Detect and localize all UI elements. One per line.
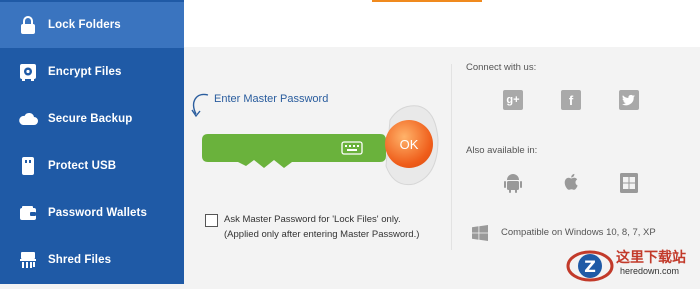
svg-text:Z: Z <box>584 257 596 276</box>
sidebar-item-label: Secure Backup <box>48 113 133 125</box>
sidebar-item-label: Protect USB <box>48 160 117 172</box>
watermark-logo-icon: Z <box>565 244 615 289</box>
cloud-icon <box>18 109 38 129</box>
shredder-icon <box>18 250 38 270</box>
apple-icon[interactable] <box>561 171 581 198</box>
sidebar-item-protect-usb[interactable]: Protect USB <box>0 143 184 189</box>
google-plus-icon[interactable]: g+ <box>503 90 523 110</box>
android-icon[interactable] <box>503 172 523 199</box>
twitter-icon[interactable] <box>619 90 639 110</box>
ok-button[interactable]: OK <box>385 120 433 168</box>
ask-password-checkbox[interactable] <box>205 214 218 227</box>
top-bar <box>184 0 700 47</box>
facebook-icon[interactable]: f <box>561 90 581 110</box>
available-title: Also available in: <box>466 145 538 156</box>
watermark-title: 这里下载站 <box>616 250 686 266</box>
sidebar-item-secure-backup[interactable]: Secure Backup <box>0 96 184 142</box>
wallet-icon <box>18 203 38 223</box>
ask-password-label: Ask Master Password for 'Lock Files' onl… <box>224 214 401 225</box>
connect-title: Connect with us: <box>466 62 537 73</box>
sidebar-item-shred-files[interactable]: Shred Files <box>0 237 184 283</box>
ask-password-note: (Applied only after entering Master Pass… <box>224 229 420 240</box>
sidebar-item-label: Encrypt Files <box>48 66 122 78</box>
watermark-url: heredown.com <box>620 266 680 276</box>
vertical-divider <box>451 64 452 250</box>
sidebar: Lock Folders Encrypt Files Secure Backup… <box>0 0 184 284</box>
sidebar-item-password-wallets[interactable]: Password Wallets <box>0 190 184 236</box>
sidebar-item-label: Shred Files <box>48 254 112 266</box>
sidebar-item-label: Lock Folders <box>48 19 121 31</box>
usb-icon <box>18 156 38 176</box>
sidebar-item-label: Password Wallets <box>48 207 147 219</box>
sidebar-item-lock-folders[interactable]: Lock Folders <box>0 2 184 48</box>
keyboard-icon[interactable] <box>341 141 363 160</box>
lock-icon <box>18 15 38 35</box>
windows-phone-icon[interactable] <box>619 172 639 199</box>
safe-icon <box>18 62 38 82</box>
sidebar-item-encrypt-files[interactable]: Encrypt Files <box>0 49 184 95</box>
tab-accent <box>372 0 482 2</box>
compatibility-text: Compatible on Windows 10, 8, 7, XP <box>501 227 656 238</box>
windows-icon <box>472 225 488 246</box>
